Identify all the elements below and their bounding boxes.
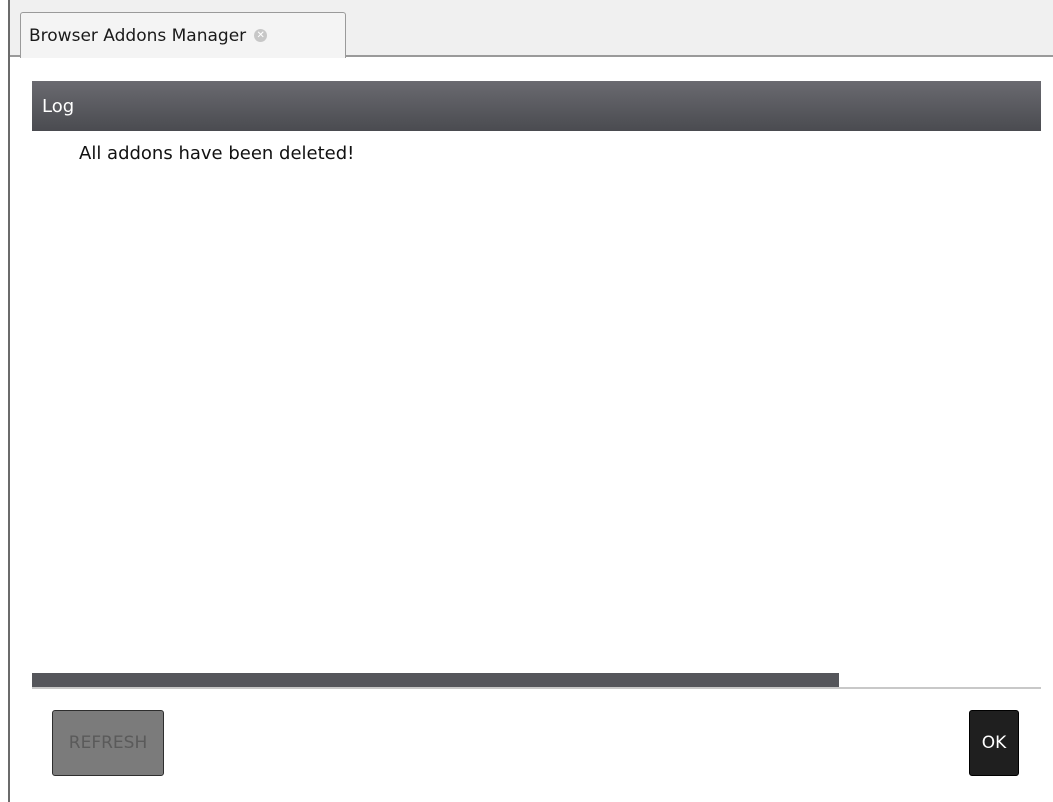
window-left-border	[8, 0, 10, 802]
log-panel: All addons have been deleted!	[32, 131, 1041, 671]
log-header-title: Log	[42, 95, 75, 117]
tab-strip: Browser Addons Manager ✕	[10, 0, 1053, 58]
log-line: All addons have been deleted!	[79, 143, 355, 164]
progress-bar-fill	[32, 673, 839, 687]
log-header: Log	[32, 81, 1041, 131]
ok-button[interactable]: OK	[969, 710, 1019, 776]
refresh-button[interactable]: REFRESH	[52, 710, 164, 776]
app-window: Browser Addons Manager ✕ Log All addons …	[0, 0, 1053, 802]
tab-title: Browser Addons Manager	[29, 25, 247, 46]
close-icon[interactable]: ✕	[254, 29, 268, 42]
tab-browser-addons-manager[interactable]: Browser Addons Manager ✕	[20, 12, 346, 58]
progress-bar	[32, 673, 1041, 689]
